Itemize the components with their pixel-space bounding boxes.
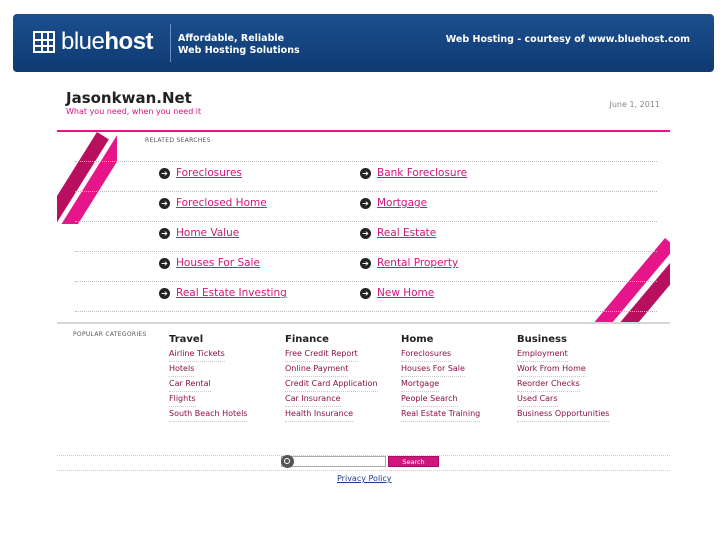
category-travel: Travel Airline Tickets Hotels Car Rental… bbox=[169, 334, 284, 422]
category-link[interactable]: Flights bbox=[169, 392, 196, 407]
search-input[interactable] bbox=[281, 456, 386, 467]
banner-divider bbox=[170, 24, 171, 62]
category-link[interactable]: Foreclosures bbox=[401, 347, 452, 362]
panel-top-border bbox=[57, 130, 670, 132]
related-link-text[interactable]: Real Estate Investing bbox=[176, 287, 287, 299]
arrow-right-icon: ➔ bbox=[360, 227, 371, 239]
category-link[interactable]: People Search bbox=[401, 392, 458, 407]
logo-text: bluehost bbox=[61, 28, 154, 55]
banner-courtesy[interactable]: Web Hosting - courtesy of www.bluehost.c… bbox=[446, 34, 690, 45]
bluehost-grid-icon bbox=[33, 31, 55, 53]
site-title: Jasonkwan.Net bbox=[66, 89, 192, 107]
arrow-right-icon: ➔ bbox=[159, 197, 170, 209]
popular-categories-label: POPULAR CATEGORIES bbox=[73, 331, 147, 338]
related-link-text[interactable]: New Home bbox=[377, 287, 434, 299]
category-link[interactable]: Car Insurance bbox=[285, 392, 341, 407]
arrow-right-icon: ➔ bbox=[159, 167, 170, 179]
related-link[interactable]: ➔ Foreclosed Home bbox=[159, 197, 267, 209]
site-subtitle: What you need, when you need it bbox=[66, 107, 202, 116]
tagline-line1: Affordable, Reliable bbox=[178, 33, 285, 44]
decorative-stripes-left bbox=[57, 132, 117, 224]
category-title: Finance bbox=[285, 334, 329, 345]
row-divider bbox=[75, 281, 657, 282]
related-link-text[interactable]: Houses For Sale bbox=[176, 257, 260, 269]
related-link[interactable]: ➔ Mortgage bbox=[360, 197, 427, 209]
category-link[interactable]: Airline Tickets bbox=[169, 347, 225, 362]
category-link[interactable]: Business Opportunities bbox=[517, 407, 610, 422]
related-link-text[interactable]: Foreclosed Home bbox=[176, 197, 267, 209]
row-divider bbox=[75, 161, 657, 162]
arrow-right-icon: ➔ bbox=[159, 257, 170, 269]
category-home: Home Foreclosures Houses For Sale Mortga… bbox=[401, 334, 516, 422]
category-link[interactable]: South Beach Hotels bbox=[169, 407, 248, 422]
category-link[interactable]: Free Credit Report bbox=[285, 347, 358, 362]
related-link-text[interactable]: Mortgage bbox=[377, 197, 427, 209]
arrow-right-icon: ➔ bbox=[360, 287, 371, 299]
row-divider bbox=[75, 191, 657, 192]
related-link-text[interactable]: Real Estate bbox=[377, 227, 436, 239]
related-link[interactable]: ➔ New Home bbox=[360, 287, 434, 299]
category-link[interactable]: Work From Home bbox=[517, 362, 586, 377]
related-link-text[interactable]: Bank Foreclosure bbox=[377, 167, 467, 179]
category-title: Business bbox=[517, 334, 567, 345]
banner-tagline: Affordable, Reliable Web Hosting Solutio… bbox=[178, 33, 300, 57]
row-divider bbox=[75, 221, 657, 222]
category-link[interactable]: Hotels bbox=[169, 362, 195, 377]
related-link[interactable]: ➔ Houses For Sale bbox=[159, 257, 260, 269]
related-link[interactable]: ➔ Rental Property bbox=[360, 257, 458, 269]
category-business: Business Employment Work From Home Reord… bbox=[517, 334, 632, 422]
date: June 1, 2011 bbox=[609, 100, 661, 109]
related-link-text[interactable]: Foreclosures bbox=[176, 167, 242, 179]
tagline-line2: Web Hosting Solutions bbox=[178, 45, 300, 56]
arrow-right-icon: ➔ bbox=[360, 197, 371, 209]
category-link[interactable]: Car Rental bbox=[169, 377, 211, 392]
bluehost-logo[interactable]: bluehost bbox=[33, 28, 154, 56]
related-link[interactable]: ➔ Real Estate Investing bbox=[159, 287, 287, 299]
related-link[interactable]: ➔ Foreclosures bbox=[159, 167, 242, 179]
search-divider-bottom bbox=[57, 470, 670, 471]
category-link[interactable]: Real Estate Training bbox=[401, 407, 481, 422]
privacy-policy-link[interactable]: Privacy Policy bbox=[337, 474, 392, 483]
category-title: Home bbox=[401, 334, 434, 345]
search-button[interactable]: Search bbox=[388, 456, 439, 467]
row-divider bbox=[75, 251, 657, 252]
category-title: Travel bbox=[169, 334, 204, 345]
category-link[interactable]: Credit Card Application bbox=[285, 377, 378, 392]
category-link[interactable]: Used Cars bbox=[517, 392, 558, 407]
related-link[interactable]: ➔ Bank Foreclosure bbox=[360, 167, 467, 179]
related-searches-label: RELATED SEARCHES bbox=[145, 137, 211, 144]
related-link-text[interactable]: Rental Property bbox=[377, 257, 458, 269]
arrow-right-icon: ➔ bbox=[360, 167, 371, 179]
panel-bottom-border bbox=[57, 322, 670, 324]
related-link-text[interactable]: Home Value bbox=[176, 227, 239, 239]
category-link[interactable]: Mortgage bbox=[401, 377, 440, 392]
category-link[interactable]: Reorder Checks bbox=[517, 377, 580, 392]
bluehost-banner[interactable]: bluehost Affordable, Reliable Web Hostin… bbox=[13, 14, 714, 72]
search-icon bbox=[281, 455, 294, 468]
row-divider bbox=[75, 311, 657, 312]
arrow-right-icon: ➔ bbox=[159, 287, 170, 299]
category-finance: Finance Free Credit Report Online Paymen… bbox=[285, 334, 400, 422]
arrow-right-icon: ➔ bbox=[360, 257, 371, 269]
category-link[interactable]: Online Payment bbox=[285, 362, 349, 377]
category-link[interactable]: Health Insurance bbox=[285, 407, 354, 422]
related-link[interactable]: ➔ Home Value bbox=[159, 227, 239, 239]
related-link[interactable]: ➔ Real Estate bbox=[360, 227, 436, 239]
category-link[interactable]: Houses For Sale bbox=[401, 362, 465, 377]
category-link[interactable]: Employment bbox=[517, 347, 568, 362]
arrow-right-icon: ➔ bbox=[159, 227, 170, 239]
